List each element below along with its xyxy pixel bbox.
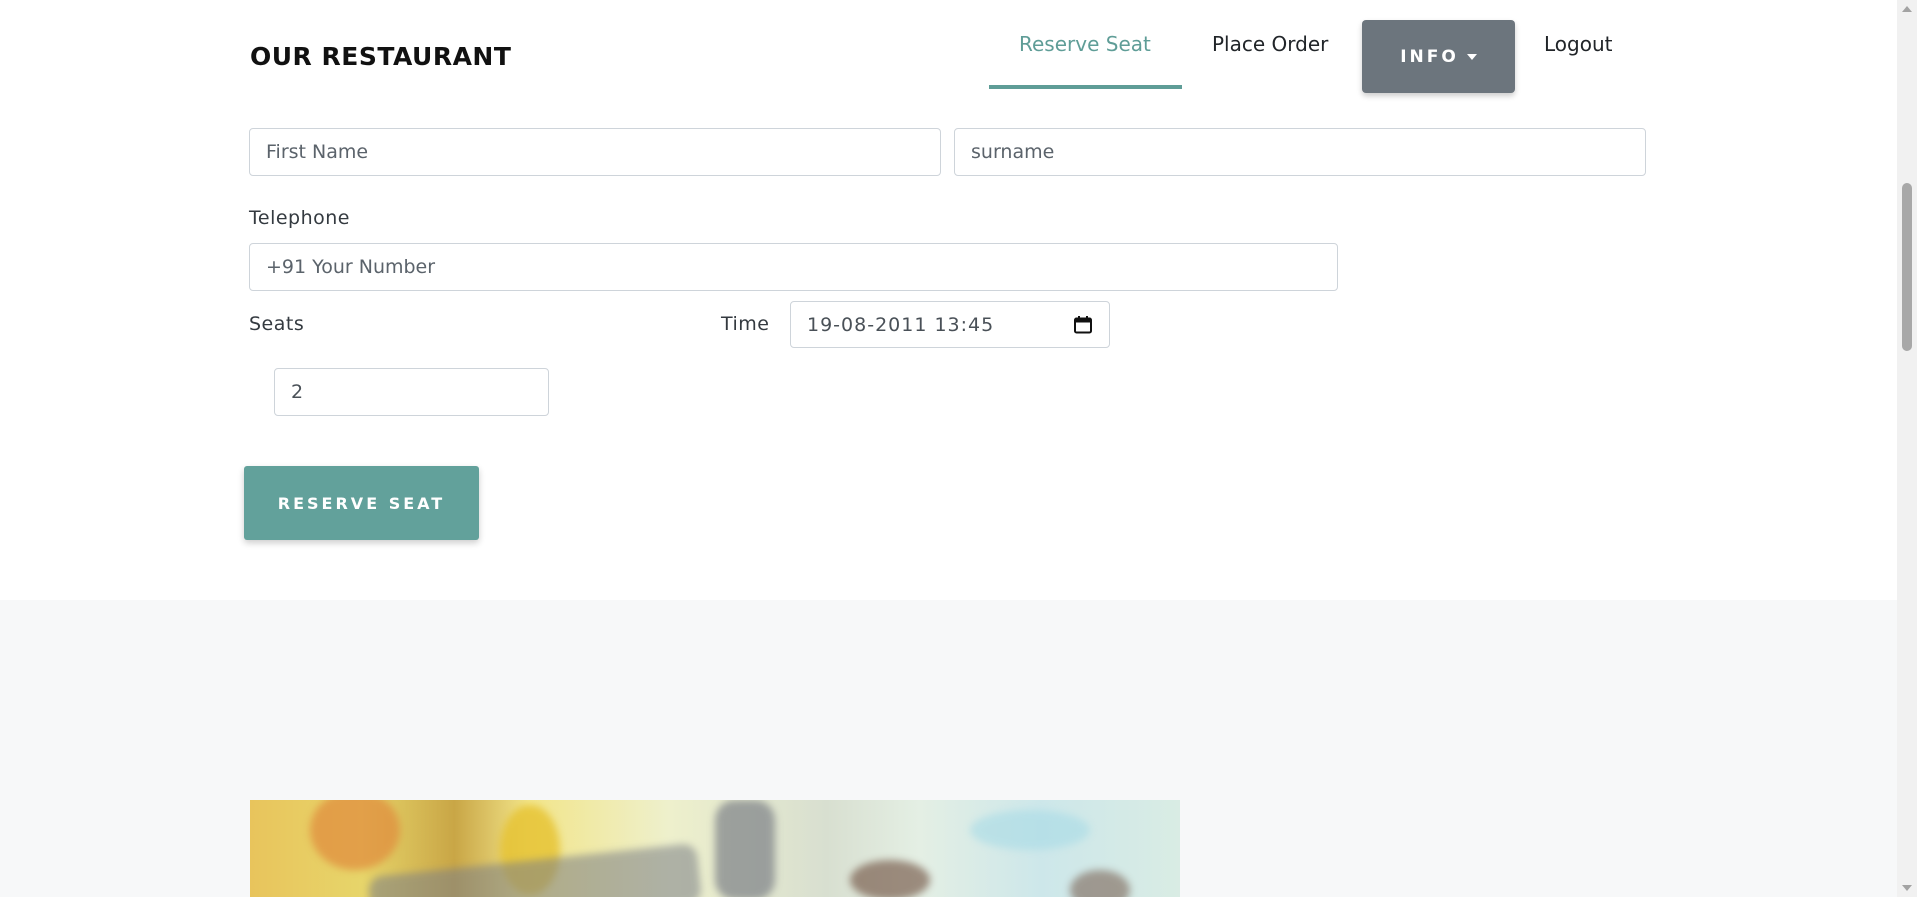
image-blur-shape [850,860,930,897]
surname-input[interactable] [954,128,1646,176]
first-name-input[interactable] [249,128,941,176]
image-blur-shape [970,810,1090,850]
nav-logout[interactable]: Logout [1544,32,1612,56]
image-blur-shape [715,800,775,897]
time-value: 19-08-2011 13:45 [807,313,995,336]
telephone-label: Telephone [249,207,350,229]
info-label: INFO [1400,46,1459,67]
time-datetime-input[interactable]: 19-08-2011 13:45 [790,301,1110,348]
image-blur-shape [1070,870,1130,897]
caret-down-icon [1466,53,1477,60]
seats-label: Seats [249,313,305,335]
reserve-seat-button[interactable]: RESERVE SEAT [244,466,479,540]
food-image [250,800,1180,897]
time-label: Time [721,313,770,335]
nav-place-order[interactable]: Place Order [1212,32,1328,56]
nav-reserve-seat[interactable]: Reserve Seat [1019,32,1151,56]
page: OUR RESTAURANT Reserve Seat Place Order … [0,0,1897,897]
scrollbar-thumb[interactable] [1902,183,1912,351]
info-dropdown-button[interactable]: INFO [1362,20,1515,93]
seats-input[interactable]: 2 [274,368,549,416]
seats-value: 2 [291,381,304,403]
image-blur-shape [310,800,400,870]
calendar-icon[interactable] [1073,315,1093,335]
brand-logo[interactable]: OUR RESTAURANT [250,42,511,71]
scroll-up-icon[interactable] [1902,6,1912,12]
vertical-scrollbar[interactable] [1897,0,1917,897]
nav-active-underline [989,85,1182,89]
scroll-down-icon[interactable] [1902,885,1912,891]
telephone-input[interactable] [249,243,1338,291]
